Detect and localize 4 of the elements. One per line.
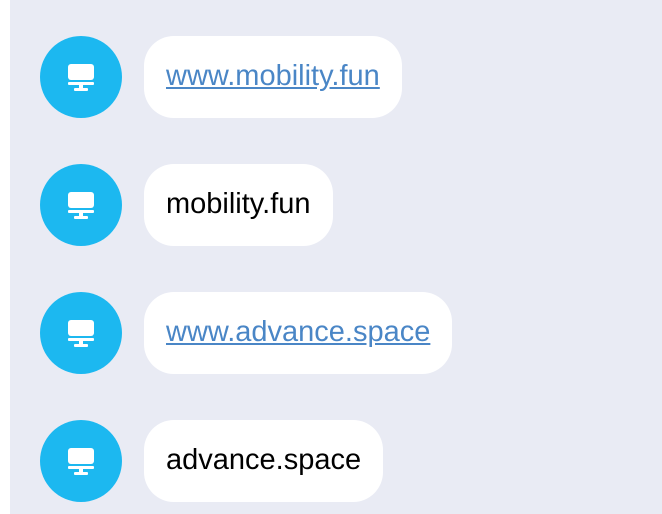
message-text: mobility.fun xyxy=(166,187,311,222)
website-link[interactable]: www.advance.space xyxy=(166,311,430,355)
message-text: advance.space xyxy=(166,443,362,478)
website-link[interactable]: www.mobility.fun xyxy=(166,55,380,99)
